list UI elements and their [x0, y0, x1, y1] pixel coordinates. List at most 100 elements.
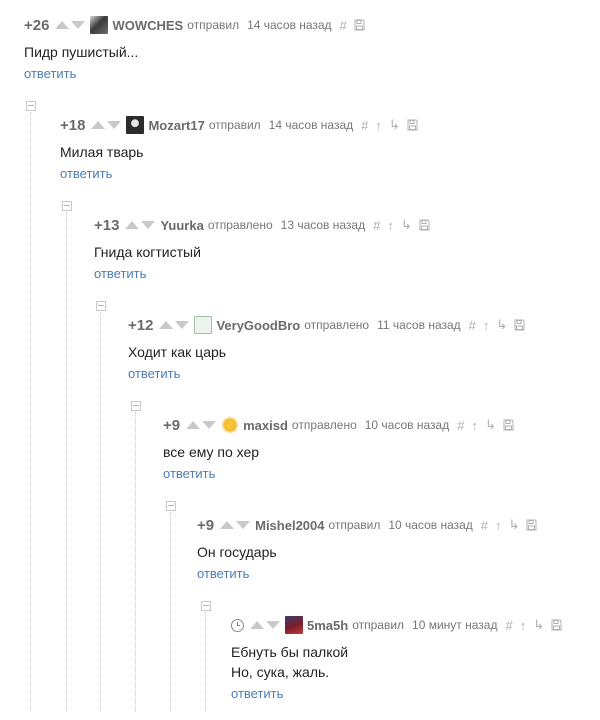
- comment-time[interactable]: 10 часов назад: [365, 418, 449, 432]
- save-icon[interactable]: [407, 119, 418, 131]
- comment-action: отправил: [208, 118, 261, 132]
- thread-line: [205, 612, 206, 712]
- collapse-toggle[interactable]: [131, 401, 141, 411]
- comment-text: Милая тварь: [60, 144, 144, 160]
- comment-header: 5ma5h отправил 10 минут назад # ↑ ↳: [231, 616, 569, 634]
- comment-rating: +26: [24, 16, 50, 34]
- comment-time[interactable]: 11 часов назад: [377, 318, 461, 332]
- comment-header: +18 Mozart17 отправил 14 часов назад # ↑…: [60, 116, 425, 134]
- comment-author[interactable]: Yuurka: [160, 218, 203, 233]
- comment-text: Он государь: [197, 544, 277, 560]
- hash-icon[interactable]: #: [340, 18, 347, 33]
- comment-author[interactable]: Mishel2004: [255, 518, 324, 533]
- collapse-toggle[interactable]: [62, 201, 72, 211]
- branch-icon[interactable]: ↳: [533, 617, 544, 633]
- collapse-toggle[interactable]: [201, 601, 211, 611]
- comment: +26 WOWCHES отправил 14 часов назад # Пи…: [24, 16, 372, 83]
- comment: +18 Mozart17 отправил 14 часов назад # ↑…: [60, 116, 425, 183]
- downvote-icon[interactable]: [175, 321, 190, 329]
- avatar[interactable]: [194, 316, 213, 334]
- upvote-icon[interactable]: [159, 321, 174, 329]
- comment-time[interactable]: 10 часов назад: [388, 518, 472, 532]
- hash-icon[interactable]: #: [373, 218, 380, 233]
- comment-action: отправил: [328, 518, 381, 532]
- comment-author[interactable]: VeryGoodBro: [216, 318, 300, 333]
- comment-author[interactable]: maxisd: [243, 418, 288, 433]
- thread-line: [100, 312, 101, 712]
- comment-thread: +26 WOWCHES отправил 14 часов назад # Пи…: [0, 0, 600, 720]
- comment-author[interactable]: Mozart17: [148, 118, 204, 133]
- save-icon[interactable]: [503, 419, 514, 431]
- save-icon[interactable]: [551, 619, 562, 631]
- save-icon[interactable]: [354, 19, 365, 31]
- parent-arrow-icon[interactable]: ↑: [483, 318, 490, 333]
- branch-icon[interactable]: ↳: [509, 517, 520, 533]
- comment-action: отправлено: [207, 218, 273, 232]
- branch-icon[interactable]: ↳: [389, 117, 400, 133]
- reply-link[interactable]: ответить: [94, 266, 146, 281]
- hash-icon[interactable]: #: [469, 318, 476, 333]
- avatar[interactable]: [126, 116, 145, 134]
- parent-arrow-icon[interactable]: ↑: [471, 418, 478, 433]
- comment-rating: +13: [94, 216, 120, 234]
- comment-header: +12 VeryGoodBro отправлено 11 часов наза…: [128, 316, 532, 334]
- save-icon[interactable]: [526, 519, 537, 531]
- thread-line: [170, 512, 171, 712]
- avatar[interactable]: [90, 16, 109, 34]
- reply-link[interactable]: ответить: [60, 166, 112, 181]
- parent-arrow-icon[interactable]: ↑: [495, 518, 502, 533]
- sun-avatar-icon[interactable]: [221, 416, 240, 434]
- clock-icon: [231, 618, 244, 632]
- reply-link[interactable]: ответить: [24, 66, 76, 81]
- upvote-icon[interactable]: [125, 221, 140, 229]
- comment-time[interactable]: 10 минут назад: [412, 618, 497, 632]
- comment-rating: +9: [163, 416, 181, 434]
- parent-arrow-icon[interactable]: ↑: [387, 218, 394, 233]
- comment-text: Ебнуть бы палкой: [231, 644, 349, 660]
- downvote-icon[interactable]: [71, 21, 86, 29]
- comment-time[interactable]: 13 часов назад: [281, 218, 365, 232]
- save-icon[interactable]: [514, 319, 525, 331]
- thread-line: [30, 112, 31, 712]
- collapse-toggle[interactable]: [166, 501, 176, 511]
- downvote-icon[interactable]: [266, 621, 280, 629]
- collapse-toggle[interactable]: [96, 301, 106, 311]
- reply-link[interactable]: ответить: [163, 466, 215, 481]
- comment: +13 Yuurka отправлено 13 часов назад # ↑…: [94, 216, 437, 283]
- collapse-toggle[interactable]: [26, 101, 36, 111]
- avatar[interactable]: [285, 616, 303, 634]
- comment-author[interactable]: 5ma5h: [307, 618, 348, 633]
- comment-header: +9 Mishel2004 отправил 10 часов назад # …: [197, 516, 544, 534]
- reply-link[interactable]: ответить: [128, 366, 180, 381]
- upvote-icon[interactable]: [55, 21, 70, 29]
- hash-icon[interactable]: #: [505, 618, 512, 633]
- comment-time[interactable]: 14 часов назад: [269, 118, 353, 132]
- reply-link[interactable]: ответить: [197, 566, 249, 581]
- upvote-icon[interactable]: [186, 421, 201, 429]
- reply-link[interactable]: ответить: [231, 686, 283, 701]
- downvote-icon[interactable]: [107, 121, 122, 129]
- parent-arrow-icon[interactable]: ↑: [375, 118, 382, 133]
- hash-icon[interactable]: #: [481, 518, 488, 533]
- save-icon[interactable]: [419, 219, 430, 231]
- branch-icon[interactable]: ↳: [401, 217, 412, 233]
- comment-author[interactable]: WOWCHES: [112, 18, 183, 33]
- comment-text: Но, сука, жаль.: [231, 664, 330, 680]
- parent-arrow-icon[interactable]: ↑: [520, 618, 527, 633]
- comment-time[interactable]: 14 часов назад: [247, 18, 331, 32]
- hash-icon[interactable]: #: [361, 118, 368, 133]
- hash-icon[interactable]: #: [457, 418, 464, 433]
- comment-rating: +9: [197, 516, 215, 534]
- branch-icon[interactable]: ↳: [496, 317, 507, 333]
- branch-icon[interactable]: ↳: [485, 417, 496, 433]
- upvote-icon[interactable]: [250, 621, 264, 629]
- upvote-icon[interactable]: [220, 521, 235, 529]
- downvote-icon[interactable]: [202, 421, 217, 429]
- downvote-icon[interactable]: [236, 521, 251, 529]
- downvote-icon[interactable]: [141, 221, 156, 229]
- upvote-icon[interactable]: [91, 121, 106, 129]
- thread-line: [135, 412, 136, 712]
- comment-text: Гнида когтистый: [94, 244, 201, 260]
- comment-rating: +12: [128, 316, 154, 334]
- comment-action: отправил: [352, 618, 405, 632]
